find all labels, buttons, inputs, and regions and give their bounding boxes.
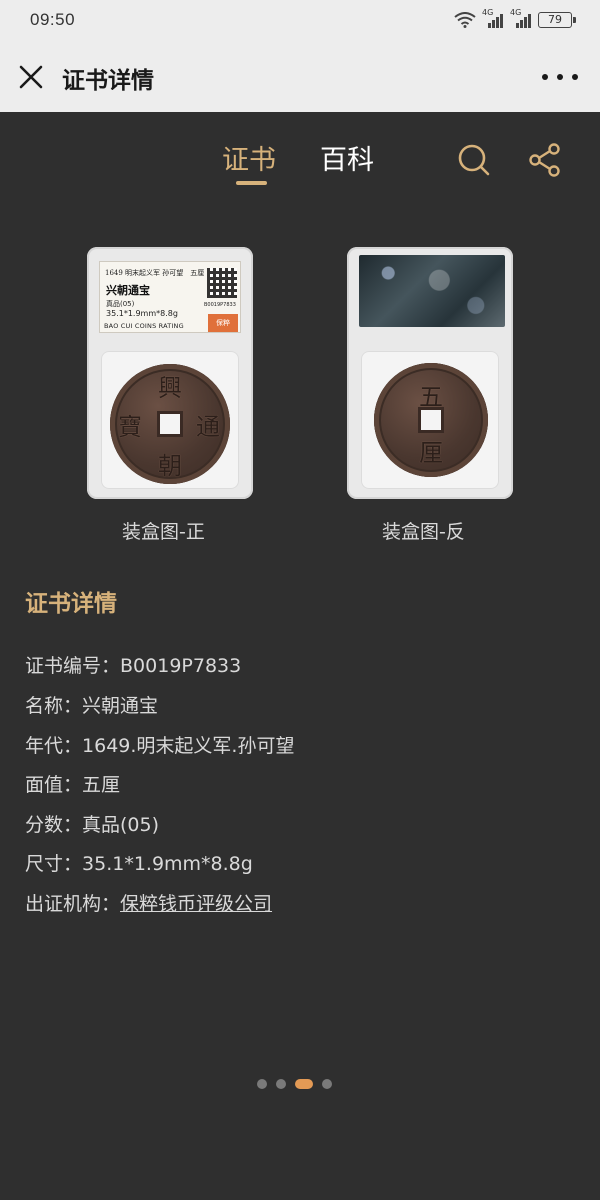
search-button[interactable]: [456, 142, 492, 178]
coin-well: 興 朝 通 寶: [101, 351, 239, 489]
page-dot[interactable]: [257, 1079, 267, 1089]
coin-obverse: 興 朝 通 寶: [110, 364, 230, 484]
detail-value: B0019P7833: [120, 655, 242, 677]
status-icons: 4G 4G 79: [454, 8, 576, 30]
label-cert-id: B0019P7833: [204, 302, 236, 308]
more-button[interactable]: [542, 64, 578, 90]
tab-encyclopedia[interactable]: 百科: [320, 138, 374, 177]
title-bar: 证书详情: [0, 42, 600, 112]
share-button[interactable]: [527, 142, 563, 178]
coin-character: 五: [419, 383, 443, 411]
coin-character: 厘: [419, 439, 443, 467]
page-dot[interactable]: [322, 1079, 332, 1089]
signal-icon: 4G: [510, 8, 532, 28]
page-dot-active[interactable]: [295, 1079, 313, 1089]
share-icon: [529, 143, 560, 177]
detail-value: 真品(05): [82, 814, 160, 836]
detail-size: 尺寸：35.1*1.9mm*8.8g: [25, 849, 253, 876]
detail-label: 出证机构：: [25, 893, 121, 915]
coin-hole: [421, 410, 441, 430]
battery-level: 79: [548, 13, 562, 26]
detail-value: 35.1*1.9mm*8.8g: [82, 853, 253, 875]
slab-back-image[interactable]: 五 厘: [347, 247, 513, 499]
coin-well: 五 厘: [361, 351, 499, 489]
label-logo-text: 保粹: [216, 319, 230, 327]
hologram-label: [359, 255, 505, 327]
slab-front-image[interactable]: 1649 明末起义军 孙可望 五厘 兴朝通宝 真品(05) 35.1*1.9mm…: [87, 247, 253, 499]
detail-label: 年代：: [25, 735, 83, 757]
tab-certificate[interactable]: 证书: [222, 138, 276, 177]
detail-name: 名称：兴朝通宝: [25, 691, 158, 718]
wifi-icon: [454, 12, 476, 28]
signal-icon: 4G: [482, 8, 504, 28]
label-brand: BAO CUI COINS RATING: [104, 322, 184, 330]
label-attribution: 1649 明末起义军 孙可望 五厘: [105, 269, 205, 277]
page-title: 证书详情: [62, 68, 154, 94]
detail-score: 分数：真品(05): [25, 810, 159, 837]
hologram-pattern: [359, 255, 505, 327]
detail-era: 年代：1649.明末起义军.孙可望: [25, 731, 294, 758]
more-dot-icon: [557, 74, 563, 80]
label-logo: 保粹: [208, 314, 238, 332]
label-size: 35.1*1.9mm*8.8g: [106, 309, 178, 318]
detail-label: 分数：: [25, 814, 83, 836]
detail-cert-number: 证书编号：B0019P7833: [25, 651, 241, 678]
label-grade: 真品(05): [106, 300, 135, 308]
detail-label: 名称：: [25, 695, 83, 717]
detail-issuer: 出证机构：保粹钱币评级公司: [25, 889, 272, 916]
detail-label: 尺寸：: [25, 853, 83, 875]
close-button[interactable]: [16, 62, 46, 92]
coin-character: 通: [196, 413, 220, 441]
grading-label: 1649 明末起义军 孙可望 五厘 兴朝通宝 真品(05) 35.1*1.9mm…: [99, 261, 241, 333]
coin-character: 興: [158, 374, 182, 402]
page-dot[interactable]: [276, 1079, 286, 1089]
more-dot-icon: [542, 74, 548, 80]
status-bar: 09:50 4G 4G 79: [0, 0, 600, 42]
coin-character: 寶: [118, 413, 142, 441]
battery-icon: 79: [538, 12, 576, 28]
status-time: 09:50: [30, 10, 76, 29]
label-coin-name: 兴朝通宝: [106, 284, 150, 297]
detail-denomination: 面值：五厘: [25, 770, 120, 797]
issuer-link[interactable]: 保粹钱币评级公司: [120, 893, 272, 915]
more-dot-icon: [572, 74, 578, 80]
slab-back-caption: 装盒图-反: [382, 521, 465, 543]
qr-code-icon: [207, 268, 237, 298]
detail-value: 1649.明末起义军.孙可望: [82, 735, 295, 757]
detail-value: 五厘: [82, 774, 121, 796]
slab-front-caption: 装盒图-正: [122, 521, 205, 543]
section-title: 证书详情: [25, 591, 117, 617]
close-icon: [19, 65, 43, 89]
tab-active-indicator: [236, 181, 267, 185]
coin-hole: [160, 414, 180, 434]
detail-label: 面值：: [25, 774, 83, 796]
search-icon: [458, 144, 490, 176]
page-indicator: [257, 1078, 332, 1090]
coin-reverse: 五 厘: [374, 363, 488, 477]
coin-character: 朝: [158, 452, 182, 480]
detail-label: 证书编号：: [25, 655, 121, 677]
detail-value: 兴朝通宝: [82, 695, 159, 717]
